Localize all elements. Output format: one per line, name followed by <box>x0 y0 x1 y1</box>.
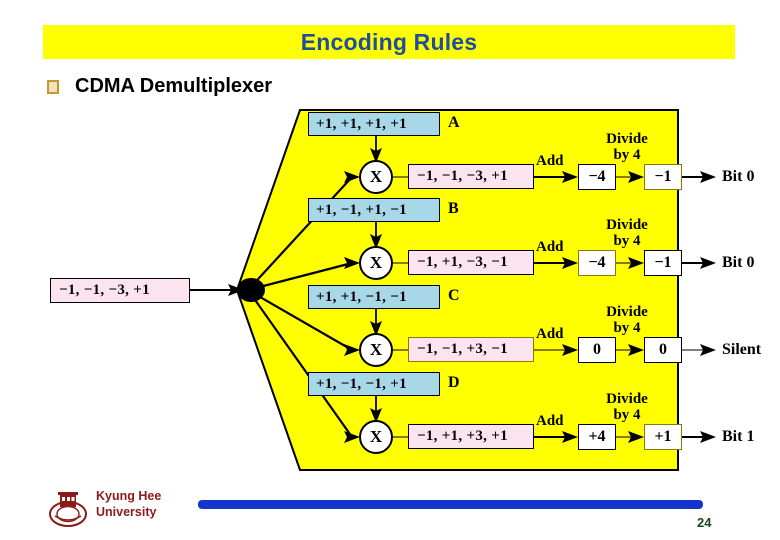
divided-box-row-3: 0 <box>644 337 682 363</box>
divide-label-line2: by 4 <box>613 407 641 423</box>
splitter-node <box>237 278 265 302</box>
add-label-row-3: Add <box>536 326 564 342</box>
university-name: Kyung Hee University <box>96 489 162 519</box>
bullet-row: CDMA Demultiplexer <box>47 72 272 100</box>
product-box-row-1: −1, −1, −3, +1 <box>408 164 534 189</box>
divide-label-line1: Divide <box>606 391 648 407</box>
divide-label-line2: by 4 <box>613 233 641 249</box>
divide-label-line1: Divide <box>606 304 648 320</box>
university-crest-icon <box>49 492 87 527</box>
add-label-row-1: Add <box>536 153 564 169</box>
add-label-row-4: Add <box>536 413 564 429</box>
divide-label-row-2: Divide by 4 <box>598 217 656 249</box>
divided-box-row-1: −1 <box>644 164 682 190</box>
cdma-demultiplexer-diagram: −1, −1, −3, +1 +1, +1, +1, +1 A X −1, −1… <box>0 100 780 490</box>
sum-box-row-2: −4 <box>578 250 616 276</box>
input-signal-box: −1, −1, −3, +1 <box>50 278 190 303</box>
multiplier-row-4: X <box>369 427 383 446</box>
code-letter-row-1: A <box>448 114 460 131</box>
code-box-row-2: +1, −1, +1, −1 <box>308 198 440 222</box>
divided-box-row-4: +1 <box>644 424 682 450</box>
output-label-row-3: Silent <box>722 341 762 358</box>
multiplier-row-2: X <box>369 253 383 272</box>
multiplier-row-3: X <box>369 340 383 359</box>
output-label-row-4: Bit 1 <box>722 428 755 445</box>
divide-label-row-1: Divide by 4 <box>598 131 656 163</box>
output-label-row-2: Bit 0 <box>722 254 755 271</box>
sum-box-row-4: +4 <box>578 424 616 450</box>
code-letter-row-3: C <box>448 287 460 304</box>
divide-label-line2: by 4 <box>613 147 641 163</box>
bullet-label: CDMA Demultiplexer <box>75 74 273 97</box>
divide-label-line2: by 4 <box>613 320 641 336</box>
code-box-row-3: +1, +1, −1, −1 <box>308 285 440 309</box>
divide-label-line1: Divide <box>606 131 648 147</box>
code-box-row-1: +1, +1, +1, +1 <box>308 112 440 136</box>
slide-title-bar: Encoding Rules <box>43 25 735 59</box>
code-letter-row-2: B <box>448 200 459 217</box>
product-box-row-2: −1, +1, −3, −1 <box>408 250 534 275</box>
add-label-row-2: Add <box>536 239 564 255</box>
code-letter-row-4: D <box>448 374 460 391</box>
sum-box-row-1: −4 <box>578 164 616 190</box>
divided-box-row-2: −1 <box>644 250 682 276</box>
code-box-row-4: +1, −1, −1, +1 <box>308 372 440 396</box>
page-title: Encoding Rules <box>300 29 478 55</box>
output-label-row-1: Bit 0 <box>722 168 755 185</box>
page-number: 24 <box>697 515 712 530</box>
sum-box-row-3: 0 <box>578 337 616 363</box>
divide-label-row-4: Divide by 4 <box>598 391 656 423</box>
product-box-row-4: −1, +1, +3, +1 <box>408 424 534 449</box>
footer-divider <box>198 500 703 509</box>
multiplier-row-1: X <box>369 167 383 186</box>
divide-label-row-3: Divide by 4 <box>598 304 656 336</box>
divide-label-line1: Divide <box>606 217 648 233</box>
product-box-row-3: −1, −1, +3, −1 <box>408 337 534 362</box>
square-bullet-icon <box>47 80 59 94</box>
input-arrow <box>190 284 244 296</box>
